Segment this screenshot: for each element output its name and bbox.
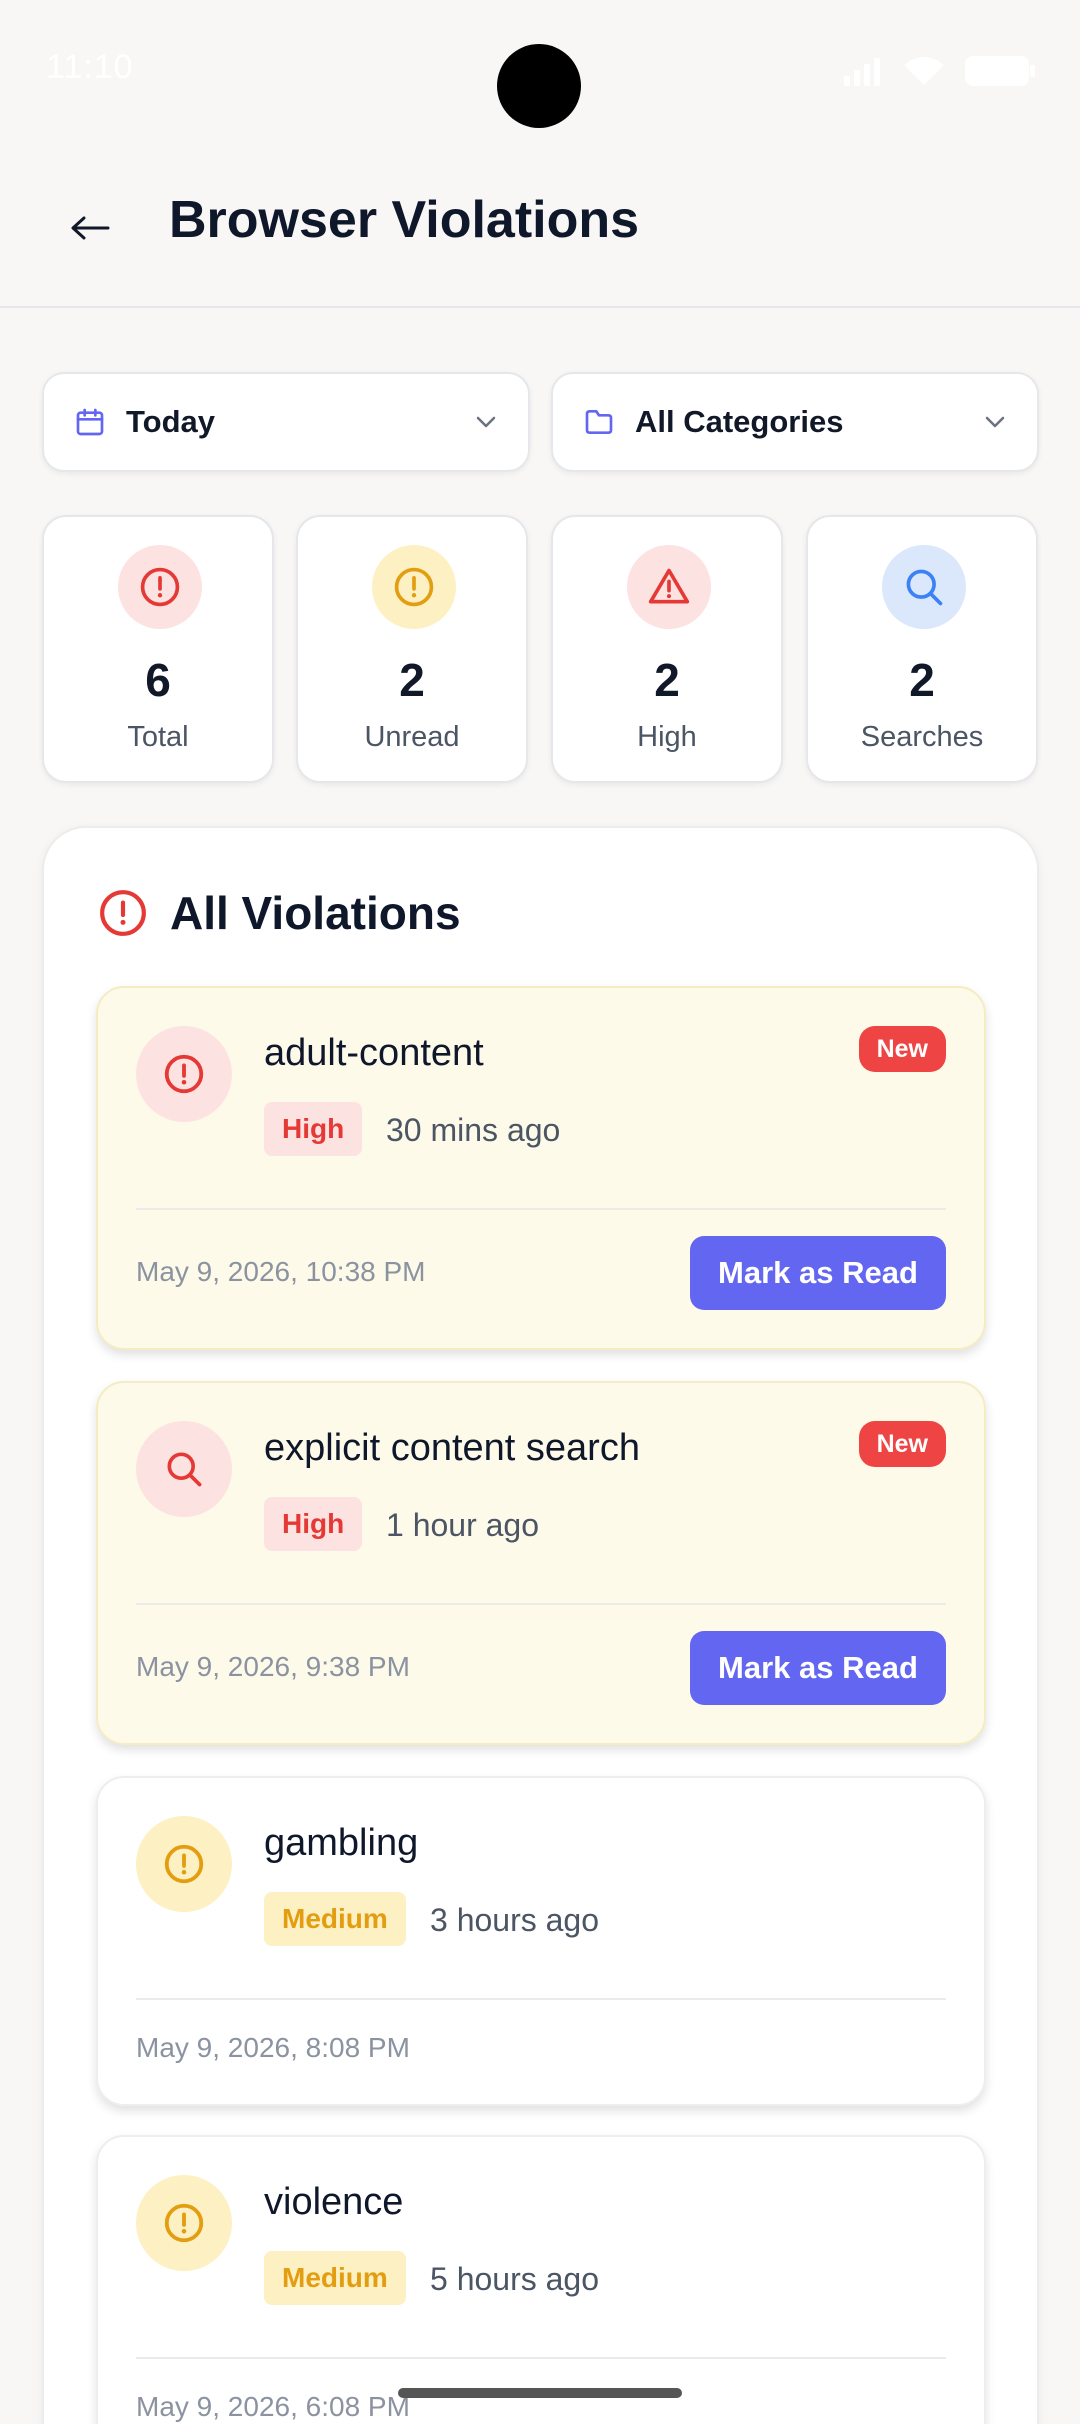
stat-card-total[interactable]: 6 Total bbox=[42, 515, 274, 783]
new-badge: New bbox=[858, 1421, 946, 1467]
search-icon bbox=[136, 1421, 232, 1517]
chevron-down-icon bbox=[985, 416, 1005, 428]
divider bbox=[136, 2357, 946, 2359]
status-time: 11:10 bbox=[46, 48, 134, 86]
severity-badge: High bbox=[264, 1102, 363, 1156]
category-filter-label: All Categories bbox=[635, 404, 844, 439]
time-ago: 3 hours ago bbox=[430, 1902, 600, 1938]
arrow-left-icon bbox=[71, 216, 110, 240]
stat-label: Searches bbox=[860, 721, 984, 753]
battery-icon bbox=[965, 56, 1035, 86]
stat-card-high[interactable]: 2 High bbox=[551, 515, 783, 783]
alert-circle-icon bbox=[136, 1026, 232, 1122]
violation-card[interactable]: violence Medium 5 hours ago May 9, 2026,… bbox=[96, 2135, 986, 2424]
severity-badge: Medium bbox=[264, 2251, 406, 2305]
page-title: Browser Violations bbox=[169, 191, 640, 249]
violation-card[interactable]: gambling Medium 3 hours ago May 9, 2026,… bbox=[96, 1776, 986, 2106]
status-icons bbox=[842, 54, 1036, 88]
section-title: All Violations bbox=[170, 887, 461, 939]
mark-as-read-button[interactable]: Mark as Read bbox=[690, 1236, 946, 1310]
section-header: All Violations bbox=[98, 886, 461, 940]
divider bbox=[136, 1208, 946, 1210]
chevron-down-icon bbox=[476, 416, 496, 428]
stat-card-searches[interactable]: 2 Searches bbox=[806, 515, 1038, 783]
app-header: Browser Violations bbox=[0, 150, 1080, 308]
stat-card-unread[interactable]: 2 Unread bbox=[296, 515, 528, 783]
violation-title: adult-content bbox=[264, 1032, 484, 1074]
violation-title: explicit content search bbox=[264, 1427, 640, 1469]
alert-circle-icon bbox=[136, 1816, 232, 1912]
divider bbox=[136, 1998, 946, 2000]
calendar-icon bbox=[76, 408, 104, 436]
violation-title: gambling bbox=[264, 1822, 419, 1864]
mark-as-read-button[interactable]: Mark as Read bbox=[690, 1631, 946, 1705]
stat-value: 2 bbox=[654, 654, 680, 706]
severity-badge: High bbox=[264, 1497, 363, 1551]
alert-circle-icon bbox=[136, 2175, 232, 2271]
time-ago: 30 mins ago bbox=[386, 1112, 561, 1148]
date-filter-label: Today bbox=[126, 404, 215, 439]
status-bar: 11:10 bbox=[0, 0, 1080, 140]
stat-label: Total bbox=[127, 721, 189, 753]
camera-cutout bbox=[497, 44, 581, 128]
alert-circle-icon bbox=[118, 545, 202, 629]
stat-label: High bbox=[637, 721, 697, 753]
violation-date: May 9, 2026, 10:38 PM bbox=[136, 1256, 426, 1287]
violation-card[interactable]: explicit content search New High 1 hour … bbox=[96, 1381, 986, 1745]
violation-date: May 9, 2026, 8:08 PM bbox=[136, 2032, 410, 2063]
wifi-icon bbox=[904, 57, 944, 85]
violation-date: May 9, 2026, 6:08 PM bbox=[136, 2391, 410, 2422]
stat-label: Unread bbox=[364, 721, 460, 753]
violations-panel: All Violations adult-content New High 30… bbox=[42, 826, 1039, 2424]
search-icon bbox=[882, 545, 966, 629]
category-filter-dropdown[interactable]: All Categories bbox=[551, 372, 1039, 472]
stat-value: 2 bbox=[399, 654, 425, 706]
alert-circle-icon bbox=[100, 890, 146, 936]
folder-icon bbox=[585, 410, 613, 434]
signal-icon bbox=[844, 58, 880, 86]
time-ago: 1 hour ago bbox=[386, 1507, 540, 1543]
stat-value: 6 bbox=[145, 654, 171, 706]
time-ago: 5 hours ago bbox=[430, 2261, 600, 2297]
violation-card[interactable]: adult-content New High 30 mins ago May 9… bbox=[96, 986, 986, 1350]
warning-triangle-icon bbox=[627, 545, 711, 629]
home-indicator[interactable] bbox=[398, 2388, 682, 2398]
date-filter-dropdown[interactable]: Today bbox=[42, 372, 530, 472]
severity-badge: Medium bbox=[264, 1892, 406, 1946]
new-badge: New bbox=[858, 1026, 946, 1072]
violation-title: violence bbox=[264, 2181, 404, 2223]
violation-date: May 9, 2026, 9:38 PM bbox=[136, 1651, 410, 1682]
back-button[interactable] bbox=[60, 198, 120, 258]
stat-value: 2 bbox=[909, 654, 935, 706]
alert-circle-icon bbox=[372, 545, 456, 629]
divider bbox=[136, 1603, 946, 1605]
